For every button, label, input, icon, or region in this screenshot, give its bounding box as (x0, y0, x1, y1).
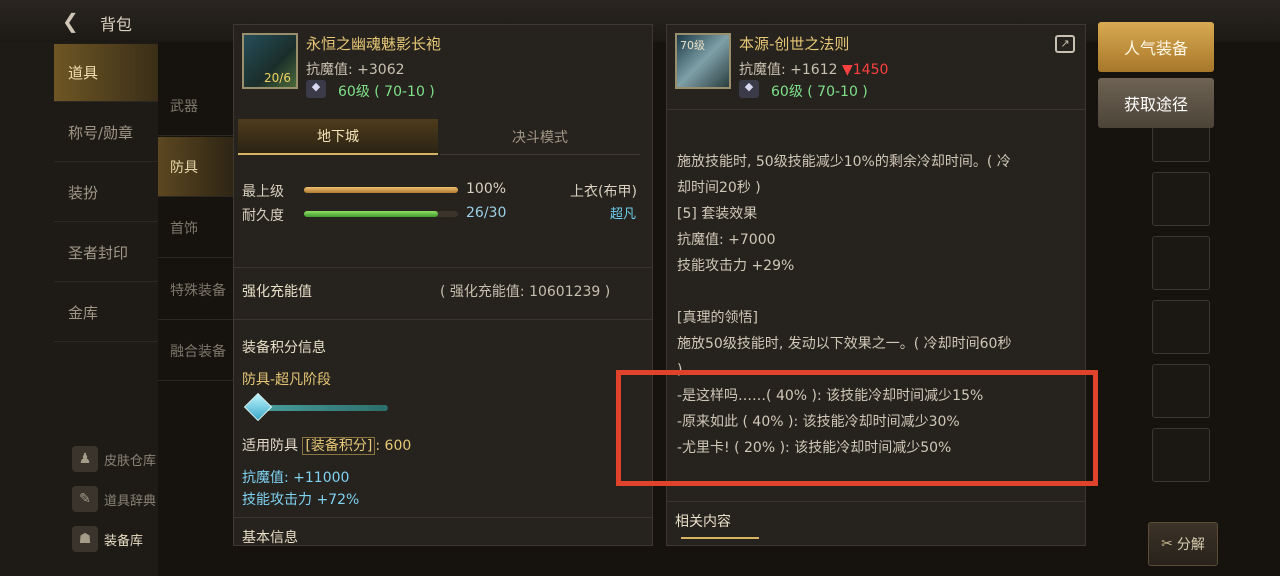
score-line: 适用防具 [装备积分]: 600 (242, 437, 412, 455)
equipped-item-tooltip: 20/6 永恒之幽魂魅影长袍 抗魔值: +3062 ◆ 60级 ( 70-10 … (233, 24, 653, 546)
inventory-slot[interactable] (1152, 172, 1210, 226)
armor-item-icon: 20/6 (242, 33, 298, 89)
rarity-label: 超凡 (610, 207, 637, 222)
upgrade-bar (304, 187, 458, 193)
back-arrow-icon[interactable]: ❮ (62, 9, 79, 33)
subnav-armor[interactable]: 防具 (158, 137, 236, 197)
score-stage: 防具-超凡阶段 (242, 372, 332, 388)
popular-equipment-button[interactable]: 人气装备 (1098, 22, 1214, 72)
inventory-screen: ❮ 背包 道具 称号/勋章 装扮 圣者封印 金库 ♟ 皮肤仓库 ✎ 道具辞典 ☗ 装备… (0, 0, 1280, 576)
related-underline (681, 537, 759, 539)
magic-def-stat: 抗魔值: +3062 (306, 62, 405, 78)
decompose-icon: ✂ (1161, 536, 1173, 552)
sidebar-item-avatar[interactable]: 装扮 (54, 164, 158, 222)
skin-storage-button[interactable]: ♟ 皮肤仓库 (72, 446, 156, 472)
basic-info-title: 基本信息 (242, 530, 298, 546)
slot-type: 上衣(布甲) (570, 184, 637, 200)
total-stat-skill-attack: 技能攻击力 +72% (242, 492, 360, 508)
inventory-slot[interactable] (1152, 236, 1210, 290)
score-stage-bar (254, 405, 388, 411)
magic-def-stat: 抗魔值: +1612 ▼1450 (739, 62, 889, 78)
item-dictionary-button[interactable]: ✎ 道具辞典 (72, 486, 156, 512)
durability-value: 26/30 (466, 205, 507, 221)
share-icon[interactable]: ↗ (1055, 35, 1075, 53)
subnav-weapon[interactable]: 武器 (158, 76, 236, 136)
divider (667, 109, 1085, 110)
level-range: 60级 ( 70-10 ) (771, 84, 868, 100)
inventory-slot[interactable] (1152, 300, 1210, 354)
item-dictionary-icon: ✎ (72, 486, 98, 512)
equipment-library-button[interactable]: ☗ 装备库 (72, 526, 143, 552)
inventory-slot[interactable] (1152, 364, 1210, 418)
level-range: 60级 ( 70-10 ) (338, 84, 435, 100)
inventory-slot[interactable] (1152, 428, 1210, 482)
sidebar-item-titles[interactable]: 称号/勋章 (54, 104, 158, 162)
divider (234, 319, 652, 320)
charge-value: ( 强化充能值: 10601239 ) (440, 284, 611, 300)
score-info-title: 装备积分信息 (242, 340, 326, 356)
total-stat-magic-def: 抗魔值: +11000 (242, 470, 350, 486)
related-content-title[interactable]: 相关内容 (675, 511, 731, 531)
divider (234, 267, 652, 268)
acquire-route-button[interactable]: 获取途径 (1098, 78, 1214, 128)
equipment-library-icon: ☗ (72, 526, 98, 552)
decompose-button[interactable]: ✂ 分解 (1148, 522, 1218, 566)
durability-bar (304, 211, 458, 217)
item-name: 永恒之幽魂魅影长袍 (306, 35, 442, 53)
gem-icon: ◆ (739, 80, 759, 98)
item-name: 本源-创世之法则 (739, 35, 850, 53)
subnav-special[interactable]: 特殊装备 (158, 260, 236, 320)
highlight-box (616, 370, 1098, 486)
crystal-icon (243, 392, 273, 422)
skin-storage-icon: ♟ (72, 446, 98, 472)
subnav-accessory[interactable]: 首饰 (158, 198, 236, 258)
durability-label: 耐久度 (242, 208, 284, 224)
tab-pvp[interactable]: 决斗模式 (440, 119, 640, 155)
sidebar-item-seal[interactable]: 圣者封印 (54, 224, 158, 282)
upgrade-value: 100% (466, 181, 507, 197)
subnav-fusion[interactable]: 融合装备 (158, 321, 236, 381)
page-title: 背包 (100, 15, 133, 34)
gem-icon: ◆ (306, 80, 326, 98)
sidebar-item-items[interactable]: 道具 (54, 44, 158, 102)
divider (667, 501, 1085, 502)
tab-dungeon[interactable]: 地下城 (238, 119, 438, 155)
divider (234, 517, 652, 518)
charge-label: 强化充能值 (242, 284, 312, 300)
sidebar-item-vault[interactable]: 金库 (54, 284, 158, 342)
upgrade-label: 最上级 (242, 184, 284, 200)
weapon-item-icon: 70级 (675, 33, 731, 89)
